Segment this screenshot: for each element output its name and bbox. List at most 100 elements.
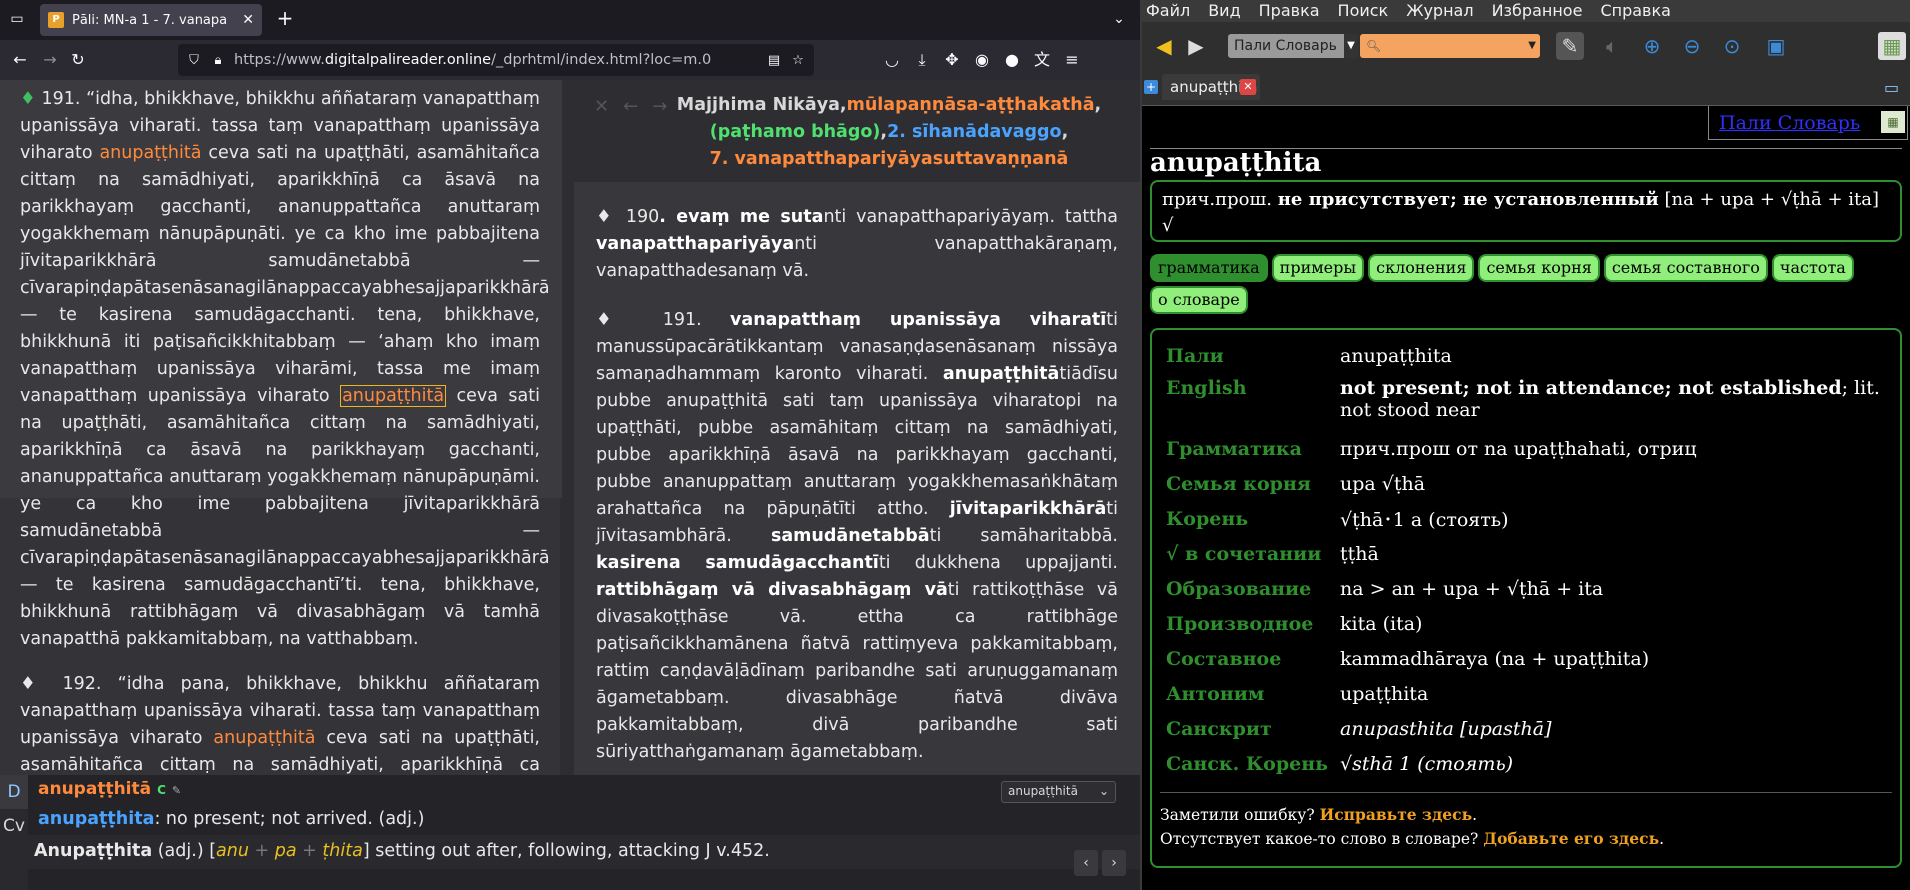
headword: anupaṭṭhita	[1150, 148, 1322, 178]
extensions-icon[interactable]: ✥	[940, 48, 964, 72]
diamond-icon[interactable]: ♦	[20, 674, 46, 694]
downloads-icon[interactable]: ⤓	[910, 48, 934, 72]
grammar-row: Санскрит anupasthita [upasthā]	[1160, 711, 1892, 746]
tab-list-icon[interactable]: ▭	[1884, 78, 1906, 97]
dictionary-group-combo[interactable]: Пали Словарь ▼	[1228, 34, 1358, 58]
prev-entry-icon[interactable]: ‹	[1074, 850, 1098, 876]
menu-edit[interactable]: Правка	[1259, 0, 1320, 22]
lemma: vanapatthaṃ upanissāya viharatī	[729, 310, 1107, 330]
pronounce-icon[interactable]: 🔈︎	[1598, 32, 1626, 60]
save-icon[interactable]: ▣	[1762, 32, 1790, 60]
gd-tab[interactable]: anupaṭṭhitā ✕	[1162, 74, 1260, 100]
lock-icon[interactable]: 🔒︎	[210, 53, 226, 68]
firefox-account-icon[interactable]: ◉	[970, 48, 994, 72]
tab-close-icon[interactable]: ✕	[242, 12, 254, 28]
close-pane-icon[interactable]: ✕	[594, 96, 609, 117]
row-value: √ṭhā･1 a (стоять)	[1340, 509, 1509, 531]
row-value: anupasthita [upasthā]	[1340, 718, 1892, 740]
dictionary-icon[interactable]: ▦	[1878, 32, 1906, 60]
reload-icon[interactable]: ↻	[66, 48, 90, 72]
back-icon[interactable]: ←	[8, 48, 32, 72]
feedback-footer: Заметили ошибку? Исправьте здесь. Отсутс…	[1160, 792, 1892, 851]
search-icon: 🔍︎	[1366, 39, 1382, 53]
root-family-button[interactable]: семья корня	[1478, 254, 1600, 282]
menu-bar: Файл Вид Правка Поиск Журнал Избранное С…	[1142, 0, 1910, 22]
grammar-row: Составное kammadhāraya (na + upaṭṭhita)	[1160, 641, 1892, 676]
new-tab-icon[interactable]: +	[1144, 80, 1158, 94]
para-num: 191.	[662, 310, 730, 330]
grammar-row: Образование na > an + upa + √ṭhā + ita	[1160, 571, 1892, 606]
scan-popup-icon[interactable]: ✎	[1556, 32, 1584, 60]
tab-list-icon[interactable]: ▭	[4, 6, 30, 32]
prev-pane-icon[interactable]: ←	[623, 96, 638, 117]
ped-part: ṭhita	[322, 841, 363, 861]
next-entry-icon[interactable]: ›	[1102, 850, 1126, 876]
menu-search[interactable]: Поиск	[1338, 0, 1389, 22]
shield-icon[interactable]: ⛉	[186, 53, 202, 68]
menu-file[interactable]: Файл	[1146, 0, 1190, 22]
edit-pencil-icon[interactable]: ✎	[172, 784, 181, 797]
tab-overflow-chevron-icon[interactable]: ⌄	[1106, 6, 1132, 32]
compound-family-button[interactable]: семья составного	[1603, 254, 1768, 282]
tab-strip: ▭ P Pāli: MN-a 1 - 7. vanapa ✕ + ⌄	[0, 0, 1140, 38]
side-tab-d[interactable]: D	[0, 775, 28, 809]
about-button[interactable]: о словаре	[1150, 286, 1248, 314]
close-tab-icon[interactable]: ✕	[1240, 79, 1256, 95]
para-text: nti vanapatthapariyāyaṃ. tattha	[823, 207, 1118, 227]
english-bold: not present; not in attendance; not esta…	[1340, 377, 1842, 399]
diamond-icon[interactable]: ♦	[596, 207, 616, 227]
crumb-vagga[interactable]: 2. sīhanādavaggo	[887, 122, 1062, 142]
diamond-icon[interactable]: ♦	[20, 89, 36, 109]
frequency-button[interactable]: частота	[1771, 254, 1854, 282]
menu-help[interactable]: Справка	[1600, 0, 1671, 22]
forward-arrow-icon[interactable]: ▶	[1182, 32, 1210, 60]
crumb-sutta[interactable]: 7. vanapatthapariyāyasuttavaṇṇanā	[710, 149, 1069, 169]
examples-button[interactable]: примеры	[1271, 254, 1365, 282]
grammar-button[interactable]: грамматика	[1150, 254, 1268, 282]
url-text[interactable]: https://www.digitalpalireader.online/_dp…	[234, 52, 758, 68]
word-select[interactable]: anupaṭṭhitā ⌄	[1001, 781, 1116, 803]
lemma: kasirena samudāgacchantī	[596, 553, 879, 573]
row-key: Грамматика	[1166, 437, 1302, 460]
dict-name-text: Пали Словарь	[1719, 112, 1861, 134]
report-error-link[interactable]: Исправьте здесь	[1320, 805, 1473, 824]
diamond-icon[interactable]: ♦	[596, 310, 634, 330]
translate-icon[interactable]: 文	[1030, 48, 1054, 72]
dictionary-name-link[interactable]: Пали Словарь ▦	[1708, 106, 1908, 140]
pocket-icon[interactable]: ◡	[880, 48, 904, 72]
crumb-nikaya[interactable]: Majjhima Nikāya	[677, 95, 840, 115]
zoom-out-icon[interactable]: ⊖	[1678, 32, 1706, 60]
def-headword[interactable]: anupaṭṭhita	[38, 809, 154, 829]
menu-favorites[interactable]: Избранное	[1492, 0, 1583, 22]
feedback-text: Заметили ошибку?	[1160, 806, 1320, 824]
back-arrow-icon[interactable]: ◀	[1150, 32, 1178, 60]
search-input[interactable]: 🔍︎ ▼	[1360, 34, 1540, 58]
zoom-reset-icon[interactable]: ⊙	[1718, 32, 1746, 60]
para-text: ceva sati na upaṭṭhāti, asamāhitañca cit…	[20, 143, 550, 406]
search-hit[interactable]: anupaṭṭhitā	[99, 143, 201, 163]
menu-history[interactable]: Журнал	[1406, 0, 1473, 22]
summary-pos: прич.прош.	[1162, 189, 1278, 210]
declension-button[interactable]: склонения	[1368, 254, 1475, 282]
browser-tab[interactable]: P Pāli: MN-a 1 - 7. vanapa ✕	[40, 4, 262, 36]
sanskrit-value: anupasthita [upasthā]	[1340, 717, 1552, 740]
menu-icon[interactable]: ≡	[1060, 48, 1084, 72]
selected-word[interactable]: anupaṭṭhitā	[340, 385, 447, 407]
crumb-part[interactable]: (paṭhamo bhāgo)	[710, 122, 881, 142]
add-word-link[interactable]: Добавьте его здесь	[1483, 829, 1659, 848]
url-bar[interactable]: ⛉ 🔒︎ https://www.digitalpalireader.onlin…	[178, 44, 814, 76]
ped-pos: (adj.) [	[152, 841, 217, 861]
forward-icon[interactable]: →	[38, 48, 62, 72]
ped-part: pa	[274, 841, 297, 861]
row-value: √sthā 1 (стоять)	[1340, 753, 1892, 775]
crumb-book[interactable]: mūlapaṇṇāsa-aṭṭhakathā	[847, 95, 1095, 115]
new-tab-icon[interactable]: +	[272, 6, 298, 32]
addon-icon[interactable]: ●	[1000, 48, 1024, 72]
conjugation-link[interactable]: C	[157, 783, 166, 797]
grammar-box: Пали anupaṭṭhita English not present; not …	[1150, 328, 1902, 868]
menu-view[interactable]: Вид	[1208, 0, 1240, 22]
bookmark-star-icon[interactable]: ☆	[790, 53, 806, 68]
search-hit[interactable]: anupaṭṭhitā	[213, 728, 315, 748]
zoom-in-icon[interactable]: ⊕	[1638, 32, 1666, 60]
reader-view-icon[interactable]: ▤	[766, 53, 782, 68]
